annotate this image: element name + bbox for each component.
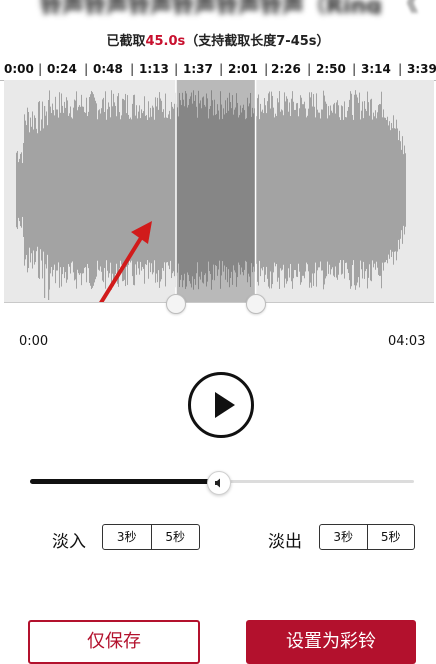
timeline-separator: | (174, 62, 179, 76)
fade-in-label: 淡入 (52, 532, 86, 552)
range-end-time: 04:03 (388, 334, 426, 349)
speaker-icon (215, 478, 221, 488)
fade-in-5s-option[interactable]: 5秒 (150, 525, 200, 549)
save-only-button[interactable]: 仅保存 (28, 620, 200, 664)
fade-out-options: 3秒 5秒 (319, 524, 415, 550)
waveform-baseline (4, 302, 434, 303)
timeline-separator: | (398, 62, 403, 76)
timeline-tick: 0:00 (4, 62, 34, 76)
song-title-right-partial: 《 (396, 0, 419, 17)
play-icon (215, 392, 235, 418)
fade-in-options: 3秒 5秒 (102, 524, 200, 550)
waveform-graphic (16, 80, 406, 302)
timeline-tick: 1:37 (183, 62, 213, 76)
timeline-separator: | (84, 62, 89, 76)
timeline-separator: | (352, 62, 357, 76)
play-button[interactable] (188, 372, 254, 438)
timeline-separator: | (264, 62, 269, 76)
selection-start-handle[interactable] (166, 294, 186, 314)
fade-out-3s-option[interactable]: 3秒 (320, 525, 367, 549)
playback-slider-progress (30, 479, 219, 484)
timeline-tick: 0:24 (47, 62, 77, 76)
timeline-tick: 2:01 (228, 62, 258, 76)
timeline-tick: 2:50 (316, 62, 346, 76)
clip-info-prefix: 已截取 (106, 34, 146, 49)
clip-length-info: 已截取45.0s（支持截取长度7-45s） (0, 30, 436, 49)
timeline-tick: 0:48 (93, 62, 123, 76)
selection-end-handle[interactable] (245, 294, 266, 314)
timeline-separator: | (219, 62, 224, 76)
timeline-separator: | (307, 62, 312, 76)
fade-out-label: 淡出 (268, 532, 302, 552)
timeline-separator: | (130, 62, 135, 76)
range-start-time: 0:00 (19, 334, 49, 349)
set-ringtone-button[interactable]: 设置为彩铃 (246, 620, 416, 664)
timeline-tick: 3:14 (361, 62, 391, 76)
timeline-separator: | (38, 62, 43, 76)
timeline-tick: 3:39 (407, 62, 436, 76)
playback-slider-knob[interactable] (207, 471, 232, 495)
selection-region[interactable] (176, 80, 256, 302)
clip-info-suffix: （支持截取长度7-45s） (185, 34, 330, 49)
fade-out-5s-option[interactable]: 5秒 (366, 525, 415, 549)
timeline-tick: 1:13 (139, 62, 169, 76)
song-title: 铃声铃声铃声铃声铃声铃声（Ringtone） (40, 0, 380, 14)
clip-duration: 45.0s (145, 34, 186, 49)
timeline-ruler: 0:00 | 0:24 | 0:48 | 1:13 | 1:37 | 2:01 … (0, 62, 436, 81)
waveform-editor[interactable] (4, 80, 434, 302)
fade-in-3s-option[interactable]: 3秒 (103, 525, 151, 549)
timeline-tick: 2:26 (271, 62, 301, 76)
